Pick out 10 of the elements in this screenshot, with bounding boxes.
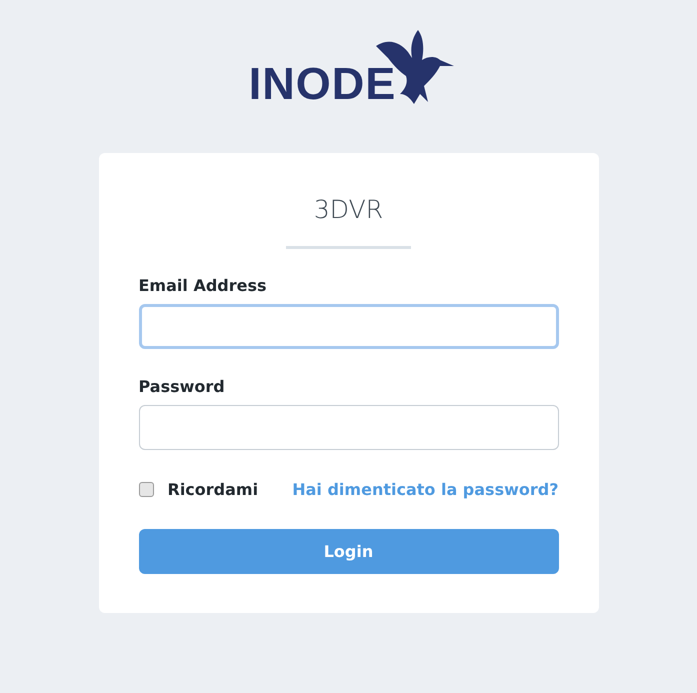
checkbox[interactable]: [138, 482, 154, 497]
logo-text: INODE: [248, 61, 396, 106]
checkbox-label: Ricordami: [168, 480, 258, 499]
forgot-password-link[interactable]: Hai dimenticato la password?: [292, 480, 558, 499]
input-field[interactable]: [138, 304, 558, 349]
login-button[interactable]: Login: [138, 529, 558, 574]
card-title: 3DVR: [314, 195, 384, 224]
input-field[interactable]: [138, 405, 558, 450]
field-label: Email Address: [138, 276, 268, 295]
field-label: Password: [138, 377, 226, 396]
